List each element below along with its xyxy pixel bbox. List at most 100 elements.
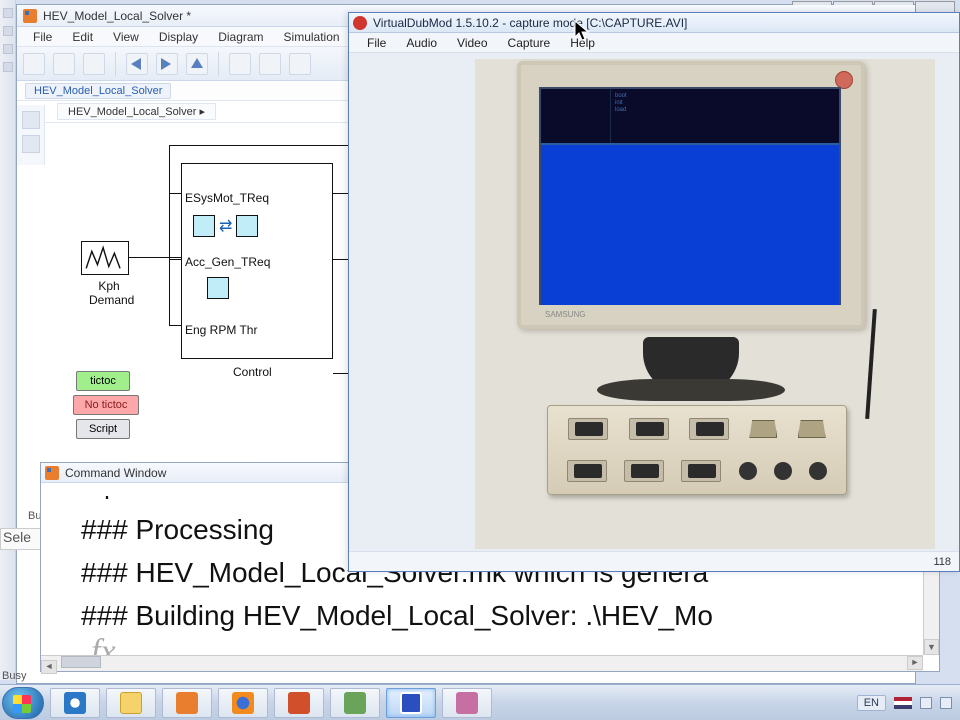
start-button[interactable]: [2, 687, 44, 719]
busy-indicator: Busy: [0, 670, 46, 682]
taskbar-item-app1[interactable]: [330, 688, 380, 718]
vdm-title-text: VirtualDubMod 1.5.10.2 - capture mode [C…: [373, 16, 687, 30]
horizontal-scrollbar[interactable]: ◄ ►: [41, 655, 923, 671]
serial-port-icon: [568, 418, 608, 440]
zoom-tool[interactable]: [22, 111, 40, 129]
tray-icon[interactable]: [940, 697, 952, 709]
taskbar-item-ie[interactable]: [50, 688, 100, 718]
firefox-icon: [232, 692, 254, 714]
signal-line: [169, 145, 369, 146]
forward-button[interactable]: [156, 53, 178, 75]
capture-preview: bootinitload SAMSUNG: [349, 53, 959, 551]
taskbar-item-matlab[interactable]: [162, 688, 212, 718]
fit-tool[interactable]: [22, 135, 40, 153]
state-icon: [207, 277, 229, 299]
menu-edit[interactable]: Edit: [62, 30, 103, 44]
tool-palette: [17, 105, 45, 165]
cable: [865, 309, 877, 419]
monitor-stand: [643, 337, 739, 393]
save-button[interactable]: [53, 53, 75, 75]
serial-port-icon: [681, 460, 721, 482]
solver-icons: ⇄: [193, 215, 258, 237]
taskbar-item-firefox[interactable]: [218, 688, 268, 718]
signal-line: [169, 145, 170, 325]
language-indicator[interactable]: EN: [857, 695, 886, 711]
back-button[interactable]: [126, 53, 148, 75]
vdm-menu-file[interactable]: File: [357, 36, 396, 50]
signal-line: [169, 193, 181, 194]
scroll-thumb[interactable]: [61, 656, 101, 668]
control-label: Control: [233, 365, 272, 379]
serial-port-icon: [629, 418, 669, 440]
knob-icon: [739, 462, 757, 480]
vdm-icon: [400, 692, 422, 714]
taskbar-item-powerpoint[interactable]: [274, 688, 324, 718]
taskbar[interactable]: EN: [0, 684, 960, 720]
kph-demand-block[interactable]: [81, 241, 129, 275]
left-dock: [0, 0, 16, 680]
vdm-statusbar: 118: [349, 551, 959, 571]
vdm-titlebar[interactable]: VirtualDubMod 1.5.10.2 - capture mode [C…: [349, 13, 959, 33]
separator: [218, 52, 219, 76]
up-button[interactable]: [186, 53, 208, 75]
tray-icon[interactable]: [920, 697, 932, 709]
new-model-button[interactable]: [23, 53, 45, 75]
vdm-menu-video[interactable]: Video: [447, 36, 497, 50]
scroll-right-icon[interactable]: ►: [907, 656, 923, 670]
virtualdubmod-window: VirtualDubMod 1.5.10.2 - capture mode [C…: [348, 12, 960, 572]
vdm-menu-capture[interactable]: Capture: [498, 36, 561, 50]
port-engrpm: Eng RPM Thr: [185, 323, 257, 337]
separator: [115, 52, 116, 76]
status-value: 118: [933, 556, 951, 568]
target-hardware: [547, 405, 847, 495]
monitor-brand: SAMSUNG: [545, 310, 585, 319]
library-button[interactable]: [229, 53, 251, 75]
powerpoint-icon: [288, 692, 310, 714]
menu-diagram[interactable]: Diagram: [208, 30, 273, 44]
folder-icon: [120, 692, 142, 714]
kph-label: Kph Demand: [89, 279, 129, 307]
menu-view[interactable]: View: [103, 30, 149, 44]
menu-simulation[interactable]: Simulation: [274, 30, 350, 44]
menu-file[interactable]: File: [23, 30, 62, 44]
video-frame: bootinitload SAMSUNG: [475, 59, 935, 549]
command-title: Command Window: [65, 466, 166, 480]
breadcrumb-root[interactable]: HEV_Model_Local_Solver: [25, 83, 171, 99]
app-icon: [456, 692, 478, 714]
ie-icon: [64, 692, 86, 714]
scroll-down-icon[interactable]: ▼: [924, 639, 939, 655]
config-button[interactable]: [259, 53, 281, 75]
serial-port-icon: [689, 418, 729, 440]
state-icon: [193, 215, 215, 237]
taskbar-item-explorer[interactable]: [106, 688, 156, 718]
simulink-title: HEV_Model_Local_Solver *: [43, 9, 191, 23]
monitor-screen: bootinitload: [539, 87, 841, 305]
system-tray[interactable]: EN: [857, 695, 960, 711]
tictoc-button[interactable]: tictoc: [76, 371, 130, 391]
vdm-menu-audio[interactable]: Audio: [396, 36, 447, 50]
serial-port-icon: [624, 460, 664, 482]
matlab-icon: [23, 9, 37, 23]
menu-display[interactable]: Display: [149, 30, 208, 44]
explorer-button[interactable]: [289, 53, 311, 75]
vdm-menu-help[interactable]: Help: [560, 36, 605, 50]
print-button[interactable]: [83, 53, 105, 75]
signal-line: [169, 259, 181, 260]
no-tictoc-button[interactable]: No tictoc: [73, 395, 139, 415]
matlab-icon: [176, 692, 198, 714]
port-accgen: Acc_Gen_TReq: [185, 255, 270, 269]
taskbar-item-vdm[interactable]: [386, 688, 436, 718]
knob-icon: [809, 462, 827, 480]
taskbar-item-app2[interactable]: [442, 688, 492, 718]
port-esysmot: ESysMot_TReq: [185, 191, 269, 205]
keyboard-flag-icon[interactable]: [894, 697, 912, 709]
knob-icon: [774, 462, 792, 480]
app-icon: [344, 692, 366, 714]
breadcrumb-path[interactable]: HEV_Model_Local_Solver ▸: [57, 103, 216, 120]
signal-line: [129, 257, 181, 258]
matlab-icon: [45, 466, 59, 480]
script-button[interactable]: Script: [76, 419, 130, 439]
vdm-icon: [353, 16, 367, 30]
vdm-menubar[interactable]: File Audio Video Capture Help: [349, 33, 959, 53]
state-icon: [236, 215, 258, 237]
